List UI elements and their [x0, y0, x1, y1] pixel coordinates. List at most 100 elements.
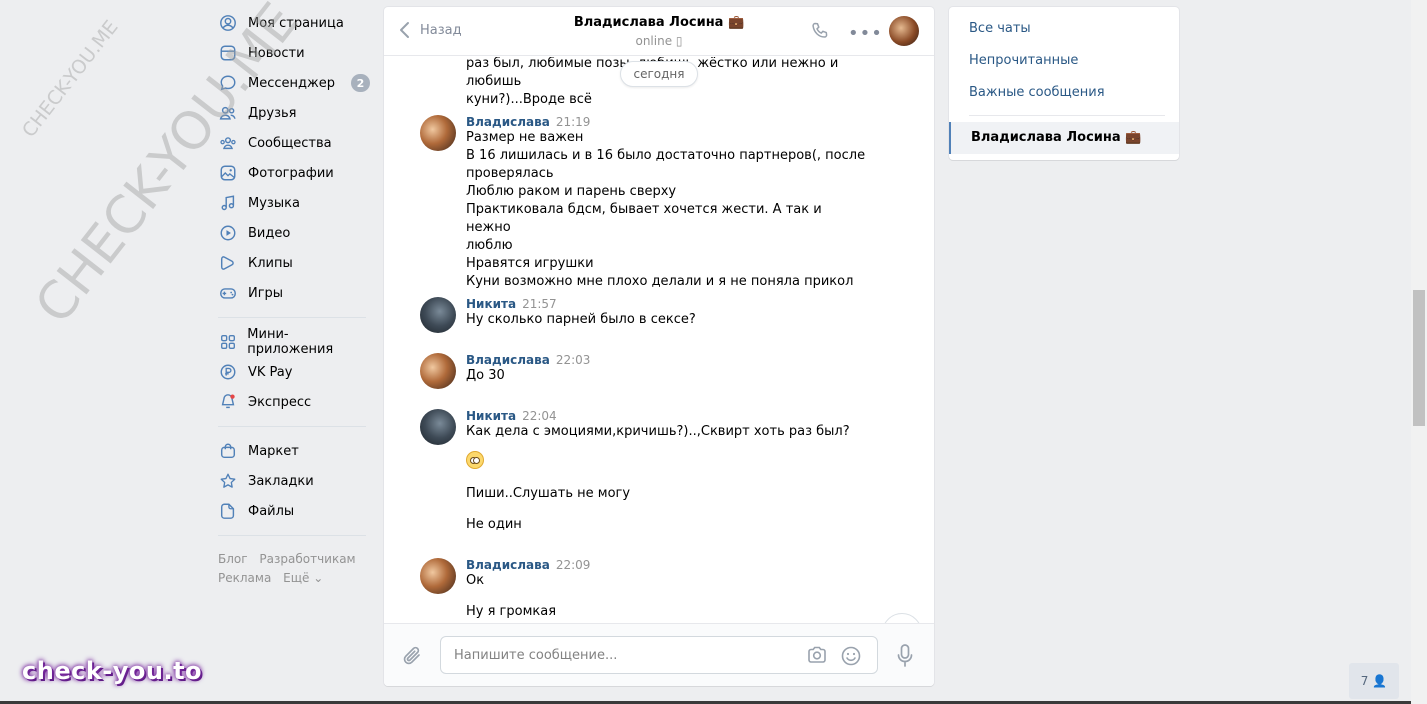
nav-label: Видео — [248, 225, 291, 241]
message-line: Не один — [466, 517, 522, 532]
day-separator: сегодня — [620, 61, 698, 87]
message-time: 22:04 — [522, 409, 557, 423]
folder-divider — [969, 115, 1165, 116]
paperclip-icon[interactable] — [402, 644, 424, 668]
nav-item-my-page[interactable]: Моя страница — [218, 8, 370, 38]
message-line: Практиковала бдсм, бывает хочется жести.… — [466, 202, 822, 235]
message-time: 22:03 — [555, 353, 591, 367]
nav-item-music[interactable]: Музыка — [218, 188, 370, 218]
video-icon — [218, 223, 238, 243]
message-time: 21:57 — [522, 297, 557, 311]
folder-unread[interactable]: Непрочитанные — [949, 45, 1179, 77]
clips-icon — [218, 253, 238, 273]
nav-item-mini-apps[interactable]: Мини-приложения — [218, 327, 370, 357]
nav-divider — [218, 535, 366, 536]
message-author[interactable]: Владислава 22:09 — [466, 558, 866, 572]
chat-folders-panel: Все чаты Непрочитанные Важные сообщения … — [949, 7, 1179, 160]
avatar[interactable] — [420, 353, 456, 389]
message-composer — [384, 623, 934, 686]
nav-label: Файлы — [248, 503, 295, 519]
footer-link-more[interactable]: Ещё ⌄ — [283, 571, 323, 585]
nav-label: Друзья — [248, 105, 297, 121]
message-line: Ок — [466, 573, 485, 588]
left-navigation: Моя страница Новости Мессенджер 2 Друзья… — [218, 8, 370, 588]
footer-link-ads[interactable]: Реклама — [218, 571, 271, 585]
message-icon — [218, 73, 238, 93]
microphone-icon[interactable] — [896, 643, 914, 669]
nav-item-clips[interactable]: Клипы — [218, 248, 370, 278]
nav-item-friends[interactable]: Друзья — [218, 98, 370, 128]
nav-item-express[interactable]: Экспресс — [218, 387, 370, 417]
nav-label: Моя страница — [248, 15, 344, 31]
message-line: Куни возможно мне плохо делали и я не по… — [466, 274, 854, 289]
peer-avatar[interactable] — [889, 16, 919, 46]
flushed-face-emoji-icon — [466, 451, 484, 469]
nav-item-games[interactable]: Игры — [218, 278, 370, 308]
nav-item-vkpay[interactable]: VK Pay — [218, 357, 370, 387]
bookmark-icon — [218, 471, 238, 491]
folder-all-chats[interactable]: Все чаты — [949, 13, 1179, 45]
active-chat-item[interactable]: Владислава Лосина 💼 — [949, 122, 1179, 154]
message-author[interactable]: Никита 22:04 — [466, 409, 866, 423]
emoji-message — [466, 451, 866, 473]
message-line: Нравятся игрушки — [466, 256, 594, 271]
nav-divider — [218, 426, 366, 427]
avatar[interactable] — [420, 297, 456, 333]
smile-icon[interactable] — [840, 645, 862, 667]
user-circle-icon — [218, 13, 238, 33]
avatar[interactable] — [420, 115, 456, 151]
nav-item-photos[interactable]: Фотографии — [218, 158, 370, 188]
message-line: Пиши..Слушать не могу — [466, 486, 631, 501]
nav-item-communities[interactable]: Сообщества — [218, 128, 370, 158]
more-options-icon[interactable]: ••• — [848, 23, 883, 44]
message-line: До 30 — [466, 368, 505, 383]
scroll-to-bottom-button[interactable] — [882, 613, 922, 623]
nav-divider — [218, 317, 366, 318]
nav-item-news[interactable]: Новости — [218, 38, 370, 68]
nav-item-files[interactable]: Файлы — [218, 496, 370, 526]
message-author[interactable]: Никита 21:57 — [466, 297, 866, 311]
express-icon — [218, 392, 238, 412]
avatar[interactable] — [420, 409, 456, 445]
nav-label: Мессенджер — [248, 75, 335, 91]
vkpay-icon — [218, 362, 238, 382]
market-icon — [218, 441, 238, 461]
message-author[interactable]: Владислава 22:03 — [466, 353, 866, 367]
music-icon — [218, 193, 238, 213]
page-scrollbar[interactable] — [1411, 0, 1427, 704]
news-icon — [218, 43, 238, 63]
message-author[interactable]: Владислава 21:19 — [466, 115, 866, 129]
phone-icon[interactable] — [810, 21, 830, 41]
nav-label: Клипы — [248, 255, 293, 271]
avatar[interactable] — [420, 558, 456, 594]
nav-item-market[interactable]: Маркет — [218, 436, 370, 466]
message-line: проверялась — [466, 166, 554, 181]
scrollbar-thumb[interactable] — [1413, 290, 1425, 426]
message-time: 22:09 — [555, 558, 591, 572]
chat-header: Назад Владислава Лосина 💼 online ▯ ••• — [384, 7, 934, 56]
message-line: Ну сколько парней было в сексе? — [466, 312, 696, 327]
communities-icon — [218, 133, 238, 153]
friends-icon — [218, 103, 238, 123]
camera-icon[interactable] — [806, 645, 828, 665]
nav-label: Сообщества — [248, 135, 332, 151]
file-icon — [218, 501, 238, 521]
footer-link-blog[interactable]: Блог — [218, 552, 248, 566]
footer-link-developers[interactable]: Разработчикам — [259, 552, 355, 566]
message-line: люблю — [466, 238, 513, 253]
nav-label: VK Pay — [248, 364, 293, 380]
nav-label: Закладки — [248, 473, 314, 489]
message-line: Как дела с эмоциями,кричишь?)..,Сквирт х… — [466, 424, 850, 439]
message-time: 21:19 — [555, 115, 591, 129]
nav-label: Мини-приложения — [247, 327, 334, 357]
nav-item-video[interactable]: Видео — [218, 218, 370, 248]
online-friends-button[interactable]: 7 👤 — [1349, 663, 1399, 699]
photo-icon — [218, 163, 238, 183]
folder-important[interactable]: Важные сообщения — [949, 77, 1179, 109]
nav-item-messenger[interactable]: Мессенджер 2 — [218, 68, 370, 98]
unread-badge: 2 — [351, 74, 370, 92]
message-history[interactable]: раз был, любимые позы, любишь жёстко или… — [384, 57, 934, 623]
nav-item-bookmarks[interactable]: Закладки — [218, 466, 370, 496]
nav-label: Фотографии — [248, 165, 334, 181]
message-line: Размер не важен — [466, 130, 584, 145]
